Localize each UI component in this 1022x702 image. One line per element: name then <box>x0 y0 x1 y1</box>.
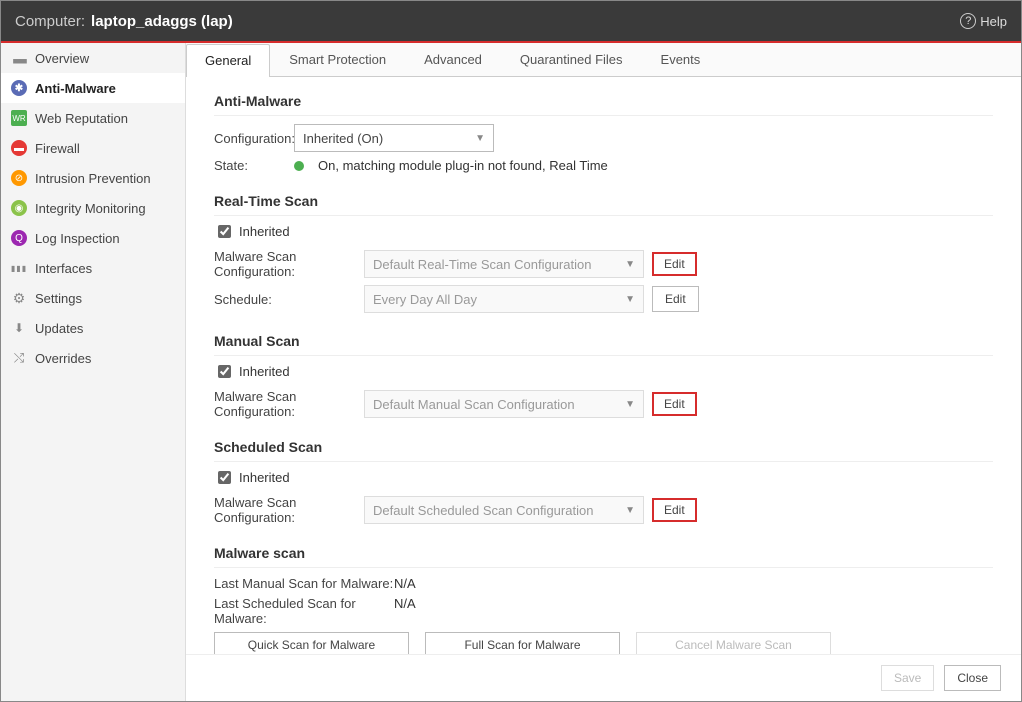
state-value: On, matching module plug-in not found, R… <box>318 158 608 173</box>
sidebar-item-overview[interactable]: Overview <box>1 43 185 73</box>
sidebar-item-intrusion[interactable]: ⊘ Intrusion Prevention <box>1 163 185 193</box>
realtime-schedule-value: Every Day All Day <box>373 292 477 307</box>
realtime-schedule-label: Schedule: <box>214 292 364 307</box>
section-manual-scan: Manual Scan <box>214 327 993 356</box>
sidebar-item-label: Log Inspection <box>35 231 120 246</box>
help-icon: ? <box>960 13 976 29</box>
manual-scanconfig-select: Default Manual Scan Configuration ▼ <box>364 390 644 418</box>
sidebar-item-label: Web Reputation <box>35 111 128 126</box>
realtime-inherited-label: Inherited <box>239 224 290 239</box>
tab-events[interactable]: Events <box>642 43 720 76</box>
last-manual-label: Last Manual Scan for Malware: <box>214 576 394 591</box>
settings-icon <box>11 290 27 306</box>
last-manual-value: N/A <box>394 576 416 591</box>
sidebar-item-webreputation[interactable]: WR Web Reputation <box>1 103 185 133</box>
realtime-scanconfig-value: Default Real-Time Scan Configuration <box>373 257 591 272</box>
footer-bar: Save Close <box>186 654 1021 701</box>
overrides-icon <box>11 350 27 366</box>
save-button: Save <box>881 665 934 691</box>
section-scheduled-scan: Scheduled Scan <box>214 433 993 462</box>
integrity-icon: ◉ <box>11 200 27 216</box>
sidebar-item-label: Interfaces <box>35 261 92 276</box>
window-header: Computer: laptop_adaggs (lap) ? Help <box>1 1 1021 41</box>
realtime-scanconfig-select: Default Real-Time Scan Configuration ▼ <box>364 250 644 278</box>
sidebar-item-label: Overrides <box>35 351 91 366</box>
sidebar-item-integrity[interactable]: ◉ Integrity Monitoring <box>1 193 185 223</box>
scheduled-scanconfig-select: Default Scheduled Scan Configuration ▼ <box>364 496 644 524</box>
loginspection-icon: Q <box>11 230 27 246</box>
overview-icon <box>11 50 27 66</box>
last-scheduled-value: N/A <box>394 596 416 626</box>
sidebar-item-updates[interactable]: Updates <box>1 313 185 343</box>
section-antimalware: Anti-Malware <box>214 87 993 116</box>
manual-scanconfig-value: Default Manual Scan Configuration <box>373 397 575 412</box>
sidebar-item-label: Anti-Malware <box>35 81 116 96</box>
webreputation-icon: WR <box>11 110 27 126</box>
scheduled-inherited-label: Inherited <box>239 470 290 485</box>
sidebar-item-settings[interactable]: Settings <box>1 283 185 313</box>
chevron-down-icon: ▼ <box>625 259 635 270</box>
configuration-select[interactable]: Inherited (On) ▼ <box>294 124 494 152</box>
chevron-down-icon: ▼ <box>625 294 635 305</box>
sidebar-item-interfaces[interactable]: Interfaces <box>1 253 185 283</box>
configuration-value: Inherited (On) <box>303 131 383 146</box>
chevron-down-icon: ▼ <box>625 505 635 516</box>
chevron-down-icon: ▼ <box>625 399 635 410</box>
cancel-scan-button: Cancel Malware Scan <box>636 632 831 654</box>
header-title-name: laptop_adaggs (lap) <box>91 13 233 30</box>
sidebar-item-label: Settings <box>35 291 82 306</box>
manual-inherited-label: Inherited <box>239 364 290 379</box>
last-scheduled-label: Last Scheduled Scan for Malware: <box>214 596 394 626</box>
manual-inherited-checkbox[interactable] <box>218 365 231 378</box>
sidebar-item-label: Updates <box>35 321 83 336</box>
chevron-down-icon: ▼ <box>475 133 485 144</box>
close-button[interactable]: Close <box>944 665 1001 691</box>
sidebar-item-label: Firewall <box>35 141 80 156</box>
sidebar-item-label: Intrusion Prevention <box>35 171 151 186</box>
help-link[interactable]: ? Help <box>960 13 1007 29</box>
realtime-scanconfig-label: Malware Scan Configuration: <box>214 249 364 279</box>
manual-scanconfig-label: Malware Scan Configuration: <box>214 389 364 419</box>
content-area: Anti-Malware Configuration: Inherited (O… <box>186 77 1021 654</box>
interfaces-icon <box>11 260 27 276</box>
header-title-prefix: Computer: <box>15 13 85 30</box>
tab-advanced[interactable]: Advanced <box>405 43 501 76</box>
full-scan-button[interactable]: Full Scan for Malware <box>425 632 620 654</box>
scheduled-scanconfig-label: Malware Scan Configuration: <box>214 495 364 525</box>
realtime-inherited-checkbox[interactable] <box>218 225 231 238</box>
sidebar-item-firewall[interactable]: ▬ Firewall <box>1 133 185 163</box>
realtime-schedule-select: Every Day All Day ▼ <box>364 285 644 313</box>
schedule-edit-button[interactable]: Edit <box>652 286 699 312</box>
section-realtime-scan: Real-Time Scan <box>214 187 993 216</box>
tab-quarantined[interactable]: Quarantined Files <box>501 43 642 76</box>
intrusion-icon: ⊘ <box>11 170 27 186</box>
sidebar-item-overrides[interactable]: Overrides <box>1 343 185 373</box>
tab-general[interactable]: General <box>186 44 270 77</box>
scheduled-scanconfig-value: Default Scheduled Scan Configuration <box>373 503 593 518</box>
section-malware-scan: Malware scan <box>214 539 993 568</box>
status-indicator <box>294 161 304 171</box>
quick-scan-button[interactable]: Quick Scan for Malware <box>214 632 409 654</box>
antimalware-icon: ✱ <box>11 80 27 96</box>
firewall-icon: ▬ <box>11 140 27 156</box>
scheduled-edit-button[interactable]: Edit <box>652 498 697 522</box>
scheduled-inherited-checkbox[interactable] <box>218 471 231 484</box>
sidebar-item-antimalware[interactable]: ✱ Anti-Malware <box>1 73 185 103</box>
updates-icon <box>11 320 27 336</box>
sidebar: Overview ✱Anti-Malware WRWeb Reputation … <box>1 43 186 701</box>
tab-smart-protection[interactable]: Smart Protection <box>270 43 405 76</box>
sidebar-item-loginspection[interactable]: Q Log Inspection <box>1 223 185 253</box>
config-label: Configuration: <box>214 131 294 146</box>
state-label: State: <box>214 158 294 173</box>
manual-edit-button[interactable]: Edit <box>652 392 697 416</box>
sidebar-item-label: Integrity Monitoring <box>35 201 146 216</box>
help-label: Help <box>980 14 1007 29</box>
sidebar-item-label: Overview <box>35 51 89 66</box>
tab-bar: General Smart Protection Advanced Quaran… <box>186 43 1021 77</box>
realtime-edit-button[interactable]: Edit <box>652 252 697 276</box>
